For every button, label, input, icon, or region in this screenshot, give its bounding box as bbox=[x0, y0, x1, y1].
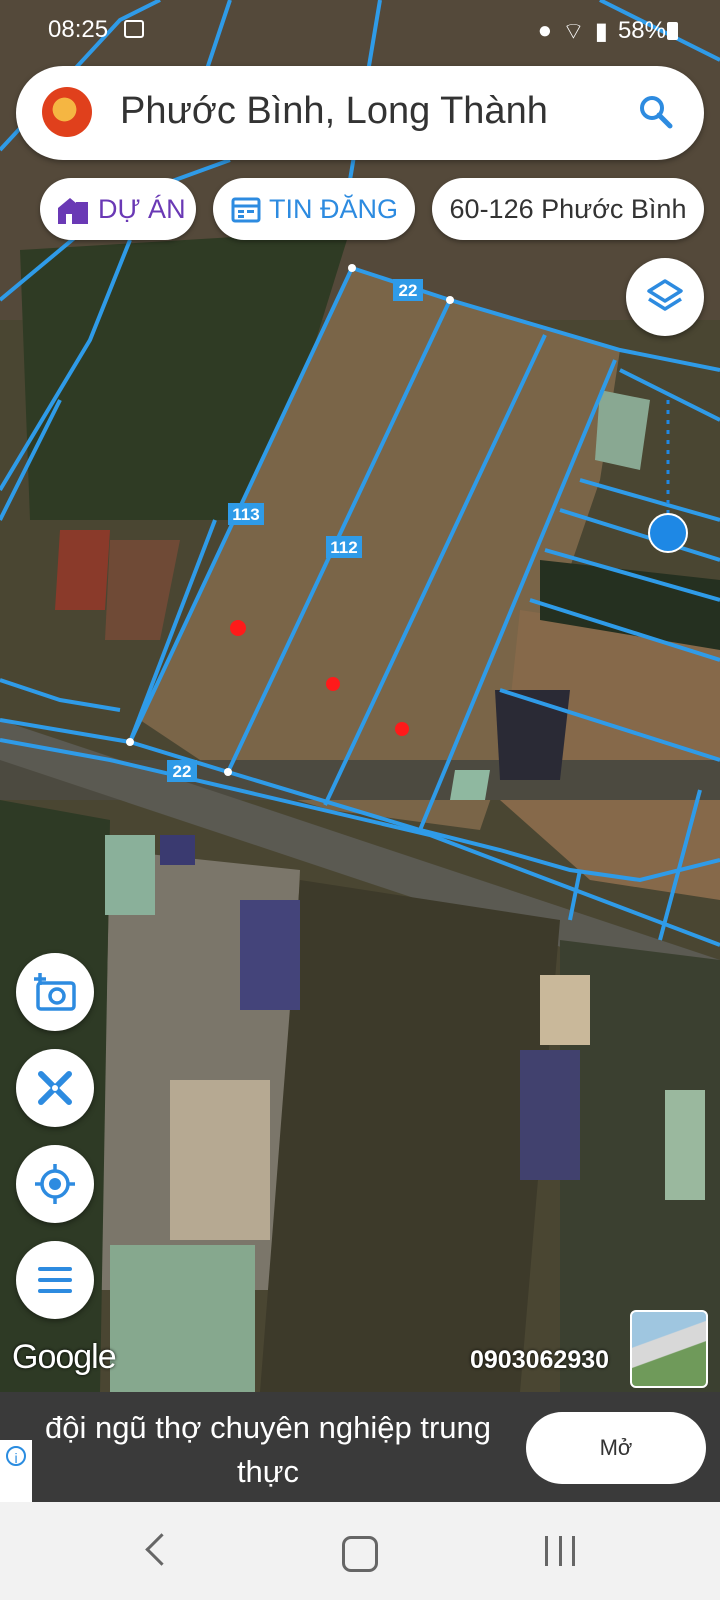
parcel-label-112: 112 bbox=[330, 538, 357, 557]
add-photo-icon bbox=[34, 973, 76, 1011]
ad-banner[interactable]: i đội ngũ thợ chuyên nghiệp trung thực M… bbox=[0, 1392, 720, 1502]
home-icon[interactable] bbox=[342, 1536, 378, 1572]
signal-icon: ▮ bbox=[594, 17, 608, 45]
system-nav-bar bbox=[0, 1502, 720, 1600]
edge-label-top: 22 bbox=[399, 281, 418, 300]
parcel-marker bbox=[395, 722, 409, 736]
recent-apps-icon[interactable] bbox=[545, 1536, 575, 1566]
parcel-label-113: 113 bbox=[232, 505, 259, 524]
battery-icon bbox=[667, 22, 678, 40]
back-icon[interactable] bbox=[145, 1533, 178, 1566]
layers-icon bbox=[647, 279, 683, 311]
tin-dang-chip[interactable]: TIN ĐĂNG bbox=[213, 178, 415, 240]
layers-button[interactable] bbox=[626, 258, 704, 336]
ruler-pencil-icon bbox=[38, 1071, 72, 1105]
google-attribution: Google bbox=[12, 1338, 117, 1376]
address-chip[interactable]: 60-126 Phước Bình bbox=[432, 178, 704, 240]
battery-percent: 58% bbox=[617, 17, 666, 44]
du-an-label: DỰ ÁN bbox=[98, 193, 186, 224]
search-icon[interactable] bbox=[638, 94, 674, 130]
address-label: 60-126 Phước Bình bbox=[449, 193, 687, 224]
promo-thumbnail[interactable] bbox=[630, 1310, 708, 1388]
buildings-icon bbox=[58, 198, 88, 224]
menu-button[interactable] bbox=[16, 1241, 94, 1319]
my-location-button[interactable] bbox=[16, 1145, 94, 1223]
du-an-chip[interactable]: DỰ ÁN bbox=[40, 178, 196, 240]
hamburger-icon bbox=[38, 1267, 72, 1293]
search-input[interactable]: Phước Bình, Long Thành bbox=[120, 90, 548, 133]
wifi-icon: ⌔ bbox=[562, 18, 585, 45]
status-right: ● ⌔ ▮ 58% bbox=[538, 16, 666, 46]
location-icon: ● bbox=[537, 17, 553, 44]
tin-dang-label: TIN ĐĂNG bbox=[269, 193, 399, 224]
current-location-dot bbox=[648, 513, 688, 553]
status-bar: 08:25 ● ⌔ ▮ 58% bbox=[0, 0, 720, 60]
parcel-marker bbox=[230, 620, 246, 636]
camera-button[interactable] bbox=[16, 953, 94, 1031]
gallery-notification-icon bbox=[124, 20, 144, 38]
ad-text: đội ngũ thợ chuyên nghiệp trung thực bbox=[44, 1410, 492, 1489]
parcel-marker bbox=[326, 677, 340, 691]
edge-label-bottom: 22 bbox=[173, 762, 192, 781]
app-logo bbox=[42, 87, 92, 137]
measure-button[interactable] bbox=[16, 1049, 94, 1127]
search-bar[interactable]: Phước Bình, Long Thành bbox=[16, 66, 704, 160]
status-time: 08:25 bbox=[48, 16, 109, 43]
calendar-icon bbox=[231, 197, 261, 223]
target-icon bbox=[35, 1164, 75, 1204]
ad-open-button[interactable]: Mở bbox=[526, 1412, 706, 1484]
contact-phone[interactable]: 0903062930 bbox=[470, 1346, 609, 1375]
